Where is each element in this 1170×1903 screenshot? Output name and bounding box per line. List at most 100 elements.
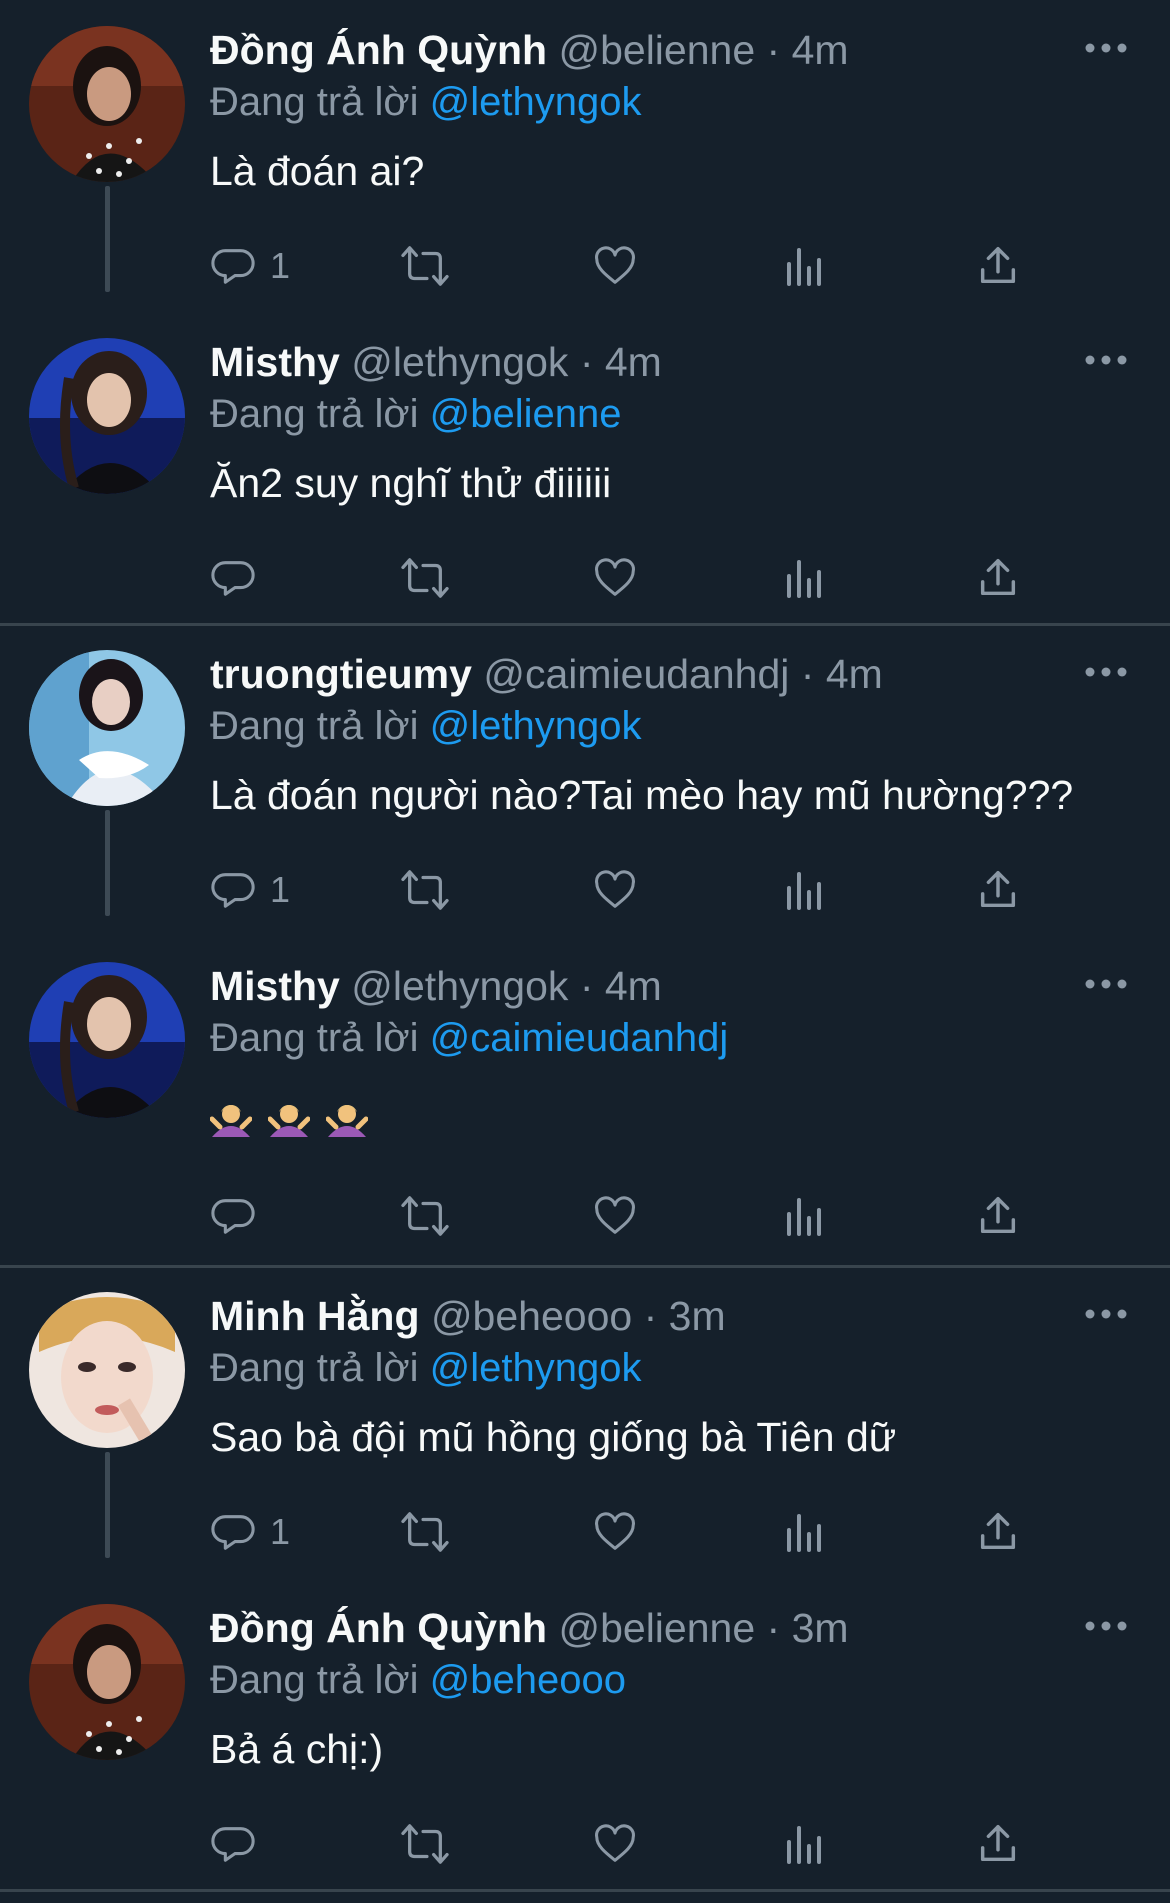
reply-button[interactable]: 1: [210, 860, 290, 920]
replying-to-handle[interactable]: @beheooo: [430, 1658, 626, 1702]
avatar[interactable]: [29, 962, 185, 1118]
heart-icon: [592, 1509, 638, 1555]
replying-to-handle[interactable]: @lethyngok: [430, 704, 642, 748]
speech-bubble-icon: [210, 1821, 256, 1867]
heart-icon: [592, 867, 638, 913]
retweet-button[interactable]: [400, 860, 450, 920]
person-shrugging-emoji: [209, 1097, 253, 1152]
display-name[interactable]: Minh Hằng: [210, 1293, 420, 1339]
heart-icon: [592, 555, 638, 601]
reply-button[interactable]: 1: [210, 236, 290, 296]
replying-to: Đang trả lời @lethyngok: [210, 700, 642, 752]
more-dots-icon[interactable]: [1084, 968, 1128, 1000]
user-handle[interactable]: @beheooo: [431, 1293, 632, 1339]
speech-bubble-icon: [210, 867, 256, 913]
display-name[interactable]: Đồng Ánh Quỳnh: [210, 1605, 547, 1651]
tweet-header: Misthy @lethyngok · 4m: [210, 334, 662, 390]
retweet-button[interactable]: [400, 548, 450, 608]
replying-to: Đang trả lời @beheooo: [210, 1654, 626, 1706]
action-bar: [210, 1186, 1060, 1246]
timestamp[interactable]: 3m: [792, 1605, 849, 1651]
tweet-text: Là đoán ai?: [210, 148, 425, 194]
timestamp[interactable]: 3m: [669, 1293, 726, 1339]
tweet[interactable]: Đồng Ánh Quỳnh @belienne · 4m Đang trả l…: [0, 22, 1170, 292]
tweet[interactable]: Đồng Ánh Quỳnh @belienne · 3m Đang trả l…: [0, 1600, 1170, 1890]
more-dots-icon[interactable]: [1084, 1298, 1128, 1330]
share-button[interactable]: [975, 1186, 1021, 1246]
bar-chart-icon: [785, 1822, 825, 1866]
views-button[interactable]: [785, 236, 825, 296]
retweet-icon: [400, 1509, 450, 1555]
action-bar: [210, 548, 1060, 608]
tweet[interactable]: Misthy @lethyngok · 4m Đang trả lời @bel…: [0, 334, 1170, 624]
retweet-button[interactable]: [400, 1502, 450, 1562]
bar-chart-icon: [785, 868, 825, 912]
user-handle[interactable]: @belienne: [558, 1605, 755, 1651]
separator-dot: ·: [579, 963, 594, 1009]
reply-button[interactable]: 1: [210, 1502, 290, 1562]
replying-to-handle[interactable]: @caimieudanhdj: [430, 1016, 729, 1060]
tweet[interactable]: truongtieumy @caimieudanhdj · 4m Đang tr…: [0, 646, 1170, 916]
views-button[interactable]: [785, 860, 825, 920]
views-button[interactable]: [785, 1502, 825, 1562]
share-button[interactable]: [975, 1814, 1021, 1874]
replying-to-label: Đang trả lời: [210, 392, 419, 436]
avatar[interactable]: [29, 1604, 185, 1760]
replying-to-label: Đang trả lời: [210, 1346, 419, 1390]
retweet-button[interactable]: [400, 236, 450, 296]
retweet-button[interactable]: [400, 1814, 450, 1874]
like-button[interactable]: [592, 1502, 638, 1562]
views-button[interactable]: [785, 1814, 825, 1874]
replying-to-handle[interactable]: @lethyngok: [430, 80, 642, 124]
reply-count: 1: [270, 869, 291, 910]
user-handle[interactable]: @caimieudanhdj: [483, 651, 789, 697]
display-name[interactable]: Đồng Ánh Quỳnh: [210, 27, 547, 73]
tweet[interactable]: Misthy @lethyngok · 4m Đang trả lời @cai…: [0, 958, 1170, 1268]
replying-to-label: Đang trả lời: [210, 80, 419, 124]
reply-button[interactable]: [210, 1186, 270, 1246]
like-button[interactable]: [592, 236, 638, 296]
timestamp[interactable]: 4m: [605, 963, 662, 1009]
timestamp[interactable]: 4m: [826, 651, 883, 697]
like-button[interactable]: [592, 548, 638, 608]
more-dots-icon[interactable]: [1084, 1610, 1128, 1642]
more-dots-icon[interactable]: [1084, 344, 1128, 376]
user-handle[interactable]: @lethyngok: [351, 963, 568, 1009]
replying-to-handle[interactable]: @lethyngok: [430, 1346, 642, 1390]
reply-button[interactable]: [210, 548, 270, 608]
avatar[interactable]: [29, 1292, 185, 1448]
share-button[interactable]: [975, 1502, 1021, 1562]
bar-chart-icon: [785, 1510, 825, 1554]
display-name[interactable]: truongtieumy: [210, 651, 472, 697]
views-button[interactable]: [785, 1186, 825, 1246]
timestamp[interactable]: 4m: [792, 27, 849, 73]
share-button[interactable]: [975, 548, 1021, 608]
views-button[interactable]: [785, 548, 825, 608]
display-name[interactable]: Misthy: [210, 963, 340, 1009]
like-button[interactable]: [592, 1814, 638, 1874]
share-button[interactable]: [975, 236, 1021, 296]
more-dots-icon[interactable]: [1084, 656, 1128, 688]
timestamp[interactable]: 4m: [605, 339, 662, 385]
more-dots-icon[interactable]: [1084, 32, 1128, 64]
like-button[interactable]: [592, 1186, 638, 1246]
heart-icon: [592, 243, 638, 289]
user-handle[interactable]: @belienne: [558, 27, 755, 73]
like-button[interactable]: [592, 860, 638, 920]
separator-dot: ·: [766, 1605, 781, 1651]
display-name[interactable]: Misthy: [210, 339, 340, 385]
retweet-icon: [400, 1193, 450, 1239]
retweet-button[interactable]: [400, 1186, 450, 1246]
avatar[interactable]: [29, 26, 185, 182]
user-handle[interactable]: @lethyngok: [351, 339, 568, 385]
share-button[interactable]: [975, 860, 1021, 920]
tweet-header: Misthy @lethyngok · 4m: [210, 958, 662, 1014]
tweet-text: Ăn2 suy nghĩ thử điiiiii: [210, 460, 612, 506]
bar-chart-icon: [785, 244, 825, 288]
avatar[interactable]: [29, 338, 185, 494]
avatar[interactable]: [29, 650, 185, 806]
replying-to-handle[interactable]: @belienne: [430, 392, 622, 436]
reply-button[interactable]: [210, 1814, 270, 1874]
bar-chart-icon: [785, 556, 825, 600]
tweet[interactable]: Minh Hằng @beheooo · 3m Đang trả lời @le…: [0, 1288, 1170, 1558]
